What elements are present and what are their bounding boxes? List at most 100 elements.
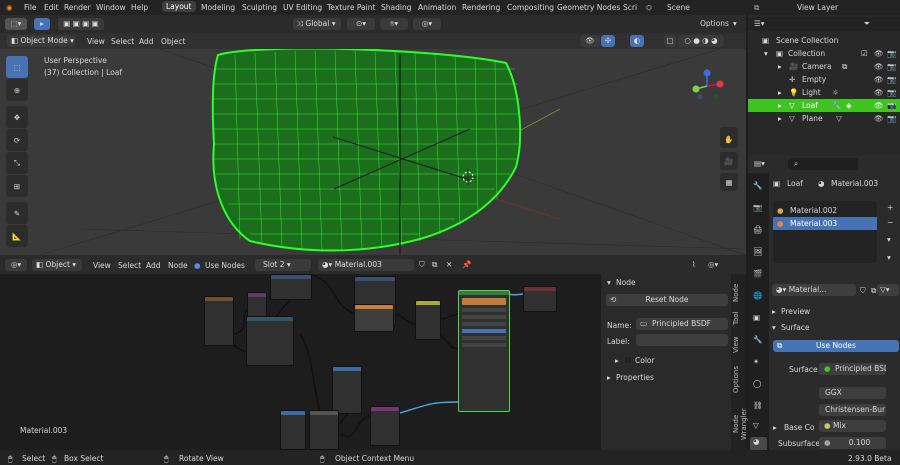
- node-math-group[interactable]: [246, 316, 294, 366]
- color-checkbox[interactable]: [625, 357, 631, 363]
- camera-restrict-icon[interactable]: 📷: [887, 73, 896, 86]
- menu-edit[interactable]: Edit: [44, 3, 59, 12]
- select-mode-button[interactable]: ▸: [34, 18, 50, 30]
- node-label-field[interactable]: [636, 334, 728, 346]
- expand-icon[interactable]: ▸: [778, 86, 782, 99]
- data-tab-icon[interactable]: ▽: [753, 421, 759, 430]
- physics-tab-icon[interactable]: ◯: [753, 379, 761, 388]
- tab-shading[interactable]: Shading: [381, 3, 411, 12]
- slot-specials-icon[interactable]: ▾: [887, 235, 891, 244]
- outliner-row-camera[interactable]: ▸ 🎥 Camera ⧉ 👁 📷: [748, 60, 900, 73]
- move-tool[interactable]: ✥: [6, 106, 28, 128]
- node-vector-math[interactable]: [270, 274, 312, 300]
- expand-icon[interactable]: ▸: [778, 112, 782, 125]
- base-color-expand-icon[interactable]: ▸: [773, 423, 777, 432]
- fake-user-icon[interactable]: ⛉: [860, 286, 866, 296]
- navigation-gizmo[interactable]: [690, 69, 724, 103]
- tab-uv-editing[interactable]: UV Editing: [283, 3, 322, 12]
- eye-icon[interactable]: 👁: [874, 47, 884, 60]
- duplicate-material-icon[interactable]: ⧉: [432, 260, 437, 270]
- props-material-name[interactable]: Material.003: [831, 179, 878, 188]
- object-tab-icon[interactable]: ▣: [753, 313, 760, 322]
- annotate-tool[interactable]: ✎: [6, 202, 28, 224]
- scale-tool[interactable]: ⤡: [6, 152, 28, 174]
- use-nodes-button[interactable]: ⧉ Use Nodes: [773, 340, 899, 352]
- outliner-row-empty[interactable]: ✛ Empty 👁 📷: [748, 73, 900, 86]
- preview-panel[interactable]: Preview: [781, 307, 810, 316]
- expand-icon[interactable]: ▸: [778, 60, 782, 73]
- transform-orientation[interactable]: ⤨ Global ▾: [293, 18, 341, 30]
- vp-menu-view[interactable]: View: [87, 37, 105, 46]
- render-tab-icon[interactable]: 📷: [753, 203, 762, 212]
- menu-window[interactable]: Window: [96, 3, 126, 12]
- pin-icon[interactable]: 📌: [462, 260, 471, 269]
- slot-row-selected[interactable]: ● Material.003: [773, 217, 877, 230]
- eye-icon[interactable]: 👁: [874, 60, 884, 73]
- vp-menu-add[interactable]: Add: [139, 37, 154, 46]
- ne-editor-type-button[interactable]: ◎▾: [5, 259, 27, 271]
- visibility-icon[interactable]: 👁: [580, 35, 600, 47]
- node-name-field[interactable]: ▭ Principled BSDF: [636, 318, 728, 330]
- outliner-filter-icon[interactable]: ⏷: [864, 17, 870, 30]
- unlink-material-icon[interactable]: ✕: [446, 260, 452, 269]
- tab-rendering[interactable]: Rendering: [462, 3, 500, 12]
- overlay-toggle-icon[interactable]: ◐: [630, 35, 644, 47]
- outliner-row-plane[interactable]: ▸ ▽ Plane ▽ 👁 📷: [748, 112, 900, 125]
- properties-panel-label[interactable]: Properties: [616, 373, 654, 382]
- editor-type-button[interactable]: ⬚▾: [5, 18, 27, 30]
- base-color-field[interactable]: ● Mix: [819, 420, 886, 432]
- expand-icon[interactable]: ▸: [778, 99, 782, 112]
- move-slot-down-icon[interactable]: ▾: [887, 253, 891, 262]
- tab-texture-paint[interactable]: Texture Paint: [327, 3, 375, 12]
- transform-tool[interactable]: ⊞: [6, 175, 28, 197]
- duplicate-icon[interactable]: ⧉: [871, 286, 876, 296]
- tab-tool[interactable]: Tool: [732, 308, 745, 328]
- scene-name[interactable]: Scene: [667, 3, 690, 12]
- tab-animation[interactable]: Animation: [418, 3, 456, 12]
- fake-user-shield-icon[interactable]: ⛉: [419, 260, 425, 270]
- slot-dropdown[interactable]: Slot 2 ▾: [255, 259, 311, 271]
- properties-search[interactable]: ⌕: [788, 158, 858, 170]
- properties-expand-icon[interactable]: ▸: [607, 373, 611, 382]
- outliner-row-scene-collection[interactable]: ▣ Scene Collection: [748, 34, 900, 47]
- blender-logo-icon[interactable]: ◉: [6, 3, 13, 12]
- options-menu[interactable]: Options: [700, 19, 729, 28]
- tab-view[interactable]: View: [732, 336, 745, 354]
- tab-sculpting[interactable]: Sculpting: [242, 3, 277, 12]
- ne-object-dropdown[interactable]: ◧ Object ▾: [32, 259, 82, 271]
- tab-modeling[interactable]: Modeling: [201, 3, 235, 12]
- loaf-wireframe[interactable]: [211, 49, 522, 252]
- menu-render[interactable]: Render: [64, 3, 91, 12]
- surface-expand-icon[interactable]: ▾: [772, 323, 776, 332]
- link-dropdown[interactable]: ▽▾: [877, 284, 899, 296]
- selection-mode-group[interactable]: ▣ ▣ ▣ ▣: [58, 18, 104, 30]
- outliner-row-collection[interactable]: ▾ ▣ Collection ☑ 👁 📷: [748, 47, 900, 60]
- node-bump[interactable]: [332, 366, 362, 414]
- reset-node-button[interactable]: ⟲ Reset Node: [606, 294, 728, 306]
- preview-expand-icon[interactable]: ▸: [772, 307, 776, 316]
- ne-use-nodes[interactable]: Use Nodes: [205, 261, 245, 270]
- outliner-row-light[interactable]: ▸ 💡 Light ☼ 👁 📷: [748, 86, 900, 99]
- node-image-texture[interactable]: [204, 296, 234, 346]
- surface-shader-field[interactable]: ●Principled BSDF: [819, 363, 886, 375]
- checkbox-icon[interactable]: ☑: [861, 47, 868, 60]
- material-selector[interactable]: ◕▾ Material.003: [318, 259, 414, 271]
- proportional-edit-button[interactable]: ◎▾: [413, 18, 441, 30]
- world-tab-icon[interactable]: 🌐: [753, 291, 762, 300]
- node-principled-bsdf[interactable]: [458, 290, 510, 412]
- camera-restrict-icon[interactable]: 📷: [887, 60, 896, 73]
- menu-file[interactable]: File: [24, 3, 37, 12]
- use-nodes-check-icon[interactable]: ●: [194, 261, 201, 270]
- tab-node-wrangler[interactable]: Node Wrangler: [732, 400, 748, 448]
- tab-geometry-nodes[interactable]: Geometry Nodes: [557, 3, 620, 12]
- node-displacement[interactable]: [309, 410, 339, 450]
- menu-help[interactable]: Help: [131, 3, 148, 12]
- eye-icon[interactable]: 👁: [874, 86, 884, 99]
- constraints-tab-icon[interactable]: ⛓: [753, 401, 763, 410]
- expand-icon[interactable]: ▾: [764, 47, 768, 60]
- particles-tab-icon[interactable]: ✴: [753, 357, 759, 366]
- tab-node[interactable]: Node: [732, 282, 745, 304]
- eye-icon[interactable]: 👁: [874, 73, 884, 86]
- tab-options[interactable]: Options: [732, 362, 745, 396]
- node-canvas[interactable]: Material.003: [0, 274, 601, 450]
